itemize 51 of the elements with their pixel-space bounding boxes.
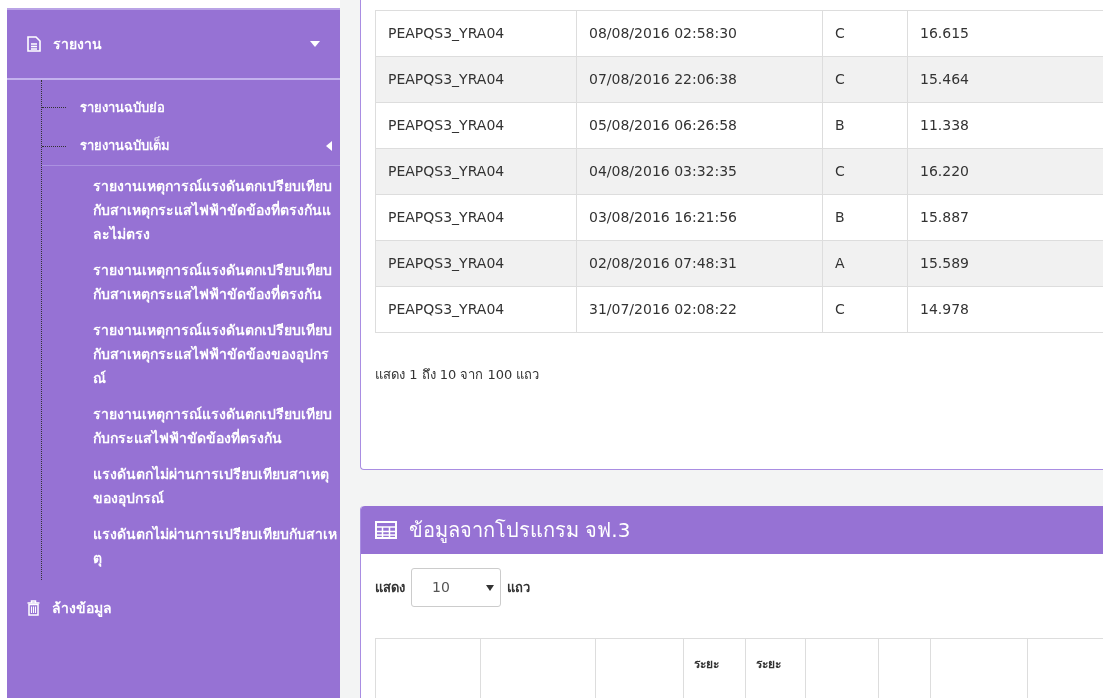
table-cell: 08/08/2016 02:58:30	[577, 11, 823, 56]
submenu-item[interactable]: รายงานเหตุการณ์แรงดันตกเปรียบเทียบกับสาเหตุกระแสไฟฟ้าขัดข้องของอุปกรณ์	[93, 318, 340, 390]
table-cell: 02/08/2016 07:48:31	[577, 241, 823, 286]
submenu-item[interactable]: แรงดันตกไม่ผ่านการเปรียบเทียบสาเหตุของอุปกรณ์	[93, 462, 340, 510]
length-label: แสดง	[375, 578, 405, 597]
table-cell: B	[823, 103, 908, 148]
table-icon	[375, 521, 397, 539]
submenu-item[interactable]: แรงดันตกไม่ผ่านการเปรียบเทียบกับสาเหตุ	[93, 522, 340, 570]
length-label: แถว	[507, 578, 530, 597]
table-cell: PEAPQS3_YRA04	[376, 103, 577, 148]
table-cell: PEAPQS3_YRA04	[376, 287, 577, 332]
rows-select[interactable]: 10	[411, 568, 501, 607]
submenu-item[interactable]: รายงานฉบับเต็ม	[66, 136, 340, 156]
column-header: ระยะ	[694, 657, 719, 671]
table-cell: 05/08/2016 06:26:58	[577, 103, 823, 148]
document-icon	[27, 36, 41, 52]
table-cell: 16.615	[908, 11, 1103, 56]
table-cell: PEAPQS3_YRA04	[376, 57, 577, 102]
table-cell: A	[823, 241, 908, 286]
caret-icon	[310, 39, 320, 49]
table-cell: C	[823, 57, 908, 102]
submenu-item[interactable]: รายงานเหตุการณ์แรงดันตกเปรียบเทียบกับกระแสไฟฟ้าขัดข้องที่ตรงกัน	[93, 402, 340, 450]
sidebar-item[interactable]: รายงาน	[7, 10, 340, 80]
submenu-item[interactable]: รายงานเหตุการณ์แรงดันตกเปรียบเทียบกับสาเหตุกระแสไฟฟ้าขัดข้องที่ตรงกันและไม่ตรง	[93, 174, 340, 246]
submenu-item[interactable]: รายงานเหตุการณ์แรงดันตกเปรียบเทียบกับสาเหตุกระแสไฟฟ้าขัดข้องที่ตรงกัน	[93, 258, 340, 306]
table-cell: 16.220	[908, 149, 1103, 194]
column-header: ระยะ	[756, 657, 781, 671]
submenu-item[interactable]: รายงานฉบับย่อ	[66, 97, 340, 118]
table-cell: 03/08/2016 16:21:56	[577, 195, 823, 240]
table-cell: 15.887	[908, 195, 1103, 240]
caret-icon	[324, 141, 334, 151]
sidebar-item[interactable]: ล้างข้อมูล	[7, 580, 340, 636]
table-cell: 04/08/2016 03:32:35	[577, 149, 823, 194]
table-cell: PEAPQS3_YRA04	[376, 195, 577, 240]
table-cell: 31/07/2016 02:08:22	[577, 287, 823, 332]
table-cell: PEAPQS3_YRA04	[376, 241, 577, 286]
table-cell: B	[823, 195, 908, 240]
table-cell: 15.464	[908, 57, 1103, 102]
table-cell: PEAPQS3_YRA04	[376, 149, 577, 194]
table-cell: 07/08/2016 22:06:38	[577, 57, 823, 102]
table-cell: C	[823, 11, 908, 56]
table-cell: C	[823, 287, 908, 332]
table-cell: C	[823, 149, 908, 194]
dropdown-icon	[486, 584, 494, 591]
table-info: แสดง 1 ถึง 10 จาก 100 แถว	[375, 366, 541, 384]
table-cell: 15.589	[908, 241, 1103, 286]
table-cell: 14.978	[908, 287, 1103, 332]
trash-icon	[27, 600, 40, 616]
table-cell: 11.338	[908, 103, 1103, 148]
table-cell: PEAPQS3_YRA04	[376, 11, 577, 56]
panel-title: ข้อมูลจากโปรแกรม จฟ.3	[409, 517, 631, 545]
